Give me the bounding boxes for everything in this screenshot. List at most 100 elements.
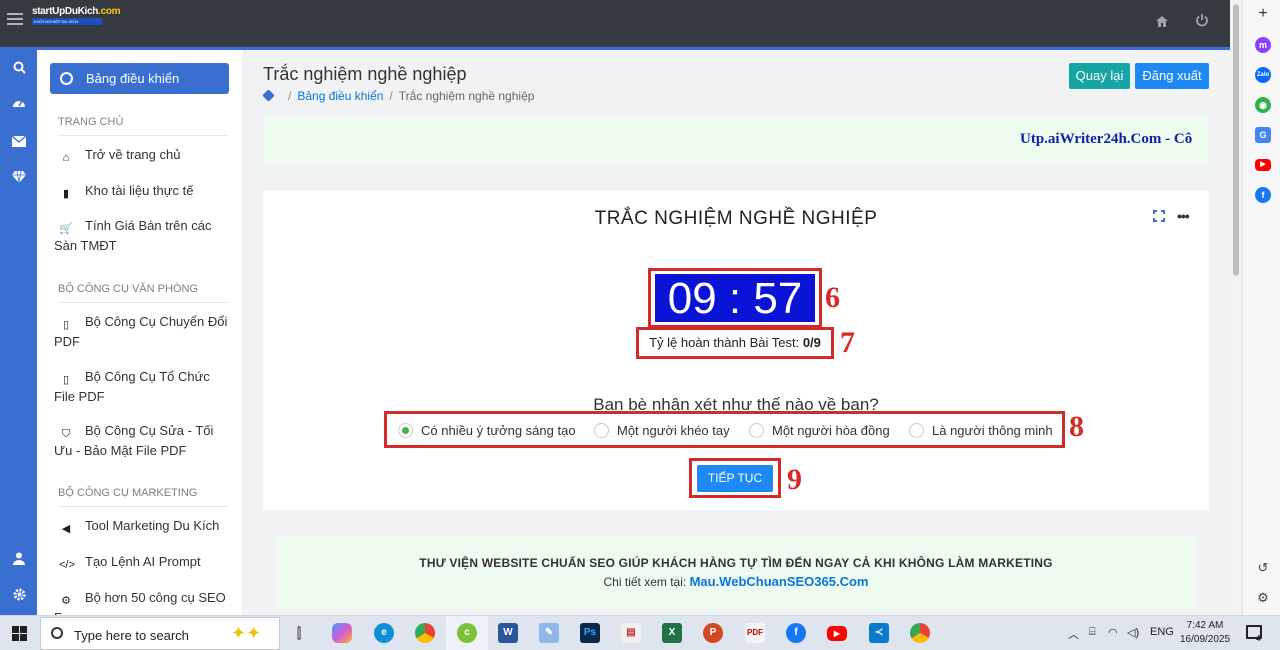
system-clock[interactable]: 7:42 AM 16/09/2025 [1180, 619, 1230, 647]
clock-date: 16/09/2025 [1180, 634, 1231, 645]
powerpoint-icon[interactable]: P [703, 623, 723, 643]
user-icon[interactable] [11, 552, 27, 568]
sidebar-item-ai-prompt[interactable]: </> Tạo Lệnh AI Prompt [54, 552, 230, 572]
wifi-icon[interactable]: ◠ [1108, 626, 1118, 639]
cube-icon [262, 89, 275, 102]
pdf-file-icon: ▯ [62, 319, 70, 331]
back-button[interactable]: Quay lại [1069, 63, 1130, 89]
sidebar-section-title: BỘ CÔNG CỤ VĂN PHÒNG [58, 283, 228, 303]
facebook-icon[interactable]: f [786, 623, 806, 643]
windows-taskbar: Type here to search ✦✦ ⫿ e c W ✎ Ps ▤ X … [0, 615, 1280, 650]
photoshop-icon[interactable]: Ps [580, 623, 600, 643]
sidebar-item-label: Bộ Công Cụ Tổ Chức File PDF [54, 369, 210, 404]
sidebar-item-seo-tools[interactable]: ⚙Bộ hơn 50 công cụ SEO F [54, 588, 230, 615]
search-icon[interactable] [11, 61, 27, 77]
chrome-icon[interactable] [415, 623, 435, 643]
browser-side-panel: + m Zalo ◉ G ▶ f ↺ ⚙ [1242, 0, 1280, 615]
expand-icon[interactable] [1153, 210, 1165, 222]
annotation-number: 7 [840, 326, 855, 359]
answer-option[interactable]: Một người hòa đồng [749, 423, 890, 438]
copilot-icon[interactable] [332, 623, 352, 643]
task-view-icon[interactable]: ⫿ [289, 623, 309, 643]
vscode-icon[interactable]: ≺ [869, 623, 889, 643]
countdown-timer: 09 : 57 [655, 274, 815, 323]
sidebar-item-label: Tool Marketing Du Kích [85, 518, 220, 533]
sidebar-item-pdf-secure[interactable]: ⛉ Bộ Công Cụ Sửa - Tối Ưu - Bảo Mật File … [54, 421, 230, 461]
radio-button[interactable] [594, 423, 609, 438]
tray-chevron-icon[interactable]: ︿ [1068, 626, 1079, 642]
history-icon[interactable]: ↺ [1255, 560, 1271, 576]
sidebar-item-pdf-organize[interactable]: ▯ Bộ Công Cụ Tổ Chức File PDF [54, 367, 230, 407]
seo-detail-link[interactable]: Mau.WebChuanSEO365.Com [690, 574, 869, 589]
home-icon: ⌂ [62, 152, 70, 164]
game-icon[interactable]: ◉ [1255, 97, 1271, 113]
file-icon[interactable]: ▤ [621, 623, 641, 643]
power-icon[interactable] [1195, 13, 1211, 29]
icon-rail [0, 47, 37, 615]
radio-button[interactable] [749, 423, 764, 438]
taskbar-search[interactable]: Type here to search ✦✦ [40, 617, 280, 650]
answer-option[interactable]: Là người thông minh [909, 423, 1053, 438]
quiz-title: TRẮC NGHIỆM NGHỀ NGHIỆP [594, 208, 878, 229]
chrome-profile-icon[interactable] [910, 623, 930, 643]
youtube-icon[interactable]: ▶ [1255, 159, 1271, 171]
completion-rate: Tỷ lệ hoàn thành Bài Test: 0/9 [636, 335, 834, 350]
notification-count: 4 [1256, 634, 1261, 643]
continue-button[interactable]: TIẾP TỤC [697, 465, 773, 492]
top-header: startUpDuKich.com KHỞI NGHIỆP DU KÍCH [0, 0, 1230, 47]
sidebar-item-pdf-convert[interactable]: ▯ Bộ Công Cụ Chuyển Đổi PDF [54, 312, 230, 352]
clock-time: 7:42 AM [1186, 620, 1224, 631]
word-icon[interactable]: W [498, 623, 518, 643]
site-logo[interactable]: startUpDuKich.com KHỞI NGHIỆP DU KÍCH [32, 6, 121, 38]
facebook-icon[interactable]: f [1255, 187, 1271, 203]
language-indicator[interactable]: ENG [1150, 626, 1174, 638]
plus-icon[interactable]: + [1255, 6, 1271, 22]
breadcrumb-home-link[interactable]: Bảng điều khiển [297, 89, 383, 103]
sidebar-item-dashboard[interactable]: Bảng điều khiển [50, 63, 229, 94]
youtube-icon[interactable]: ▶ [827, 626, 847, 641]
logo-suffix: .com [98, 6, 121, 17]
scrollbar-thumb[interactable] [1233, 4, 1239, 276]
sidebar-item-marketing-tool[interactable]: ◀ Tool Marketing Du Kích [54, 516, 230, 536]
completion-rate-label: Tỷ lệ hoàn thành Bài Test: [649, 335, 800, 350]
volume-icon[interactable]: ◁) [1127, 626, 1139, 639]
home-icon[interactable] [1155, 15, 1171, 31]
zalo-icon[interactable]: Zalo [1255, 67, 1271, 83]
breadcrumb-current: Trắc nghiệm nghề nghiệp [398, 89, 535, 103]
pdf-file-icon: ▯ [62, 374, 70, 386]
diamond-icon[interactable] [11, 170, 27, 187]
paint-icon[interactable]: ✎ [539, 623, 559, 643]
logout-button[interactable]: Đăng xuất [1135, 63, 1209, 89]
sidebar-item-label: Tạo Lệnh AI Prompt [85, 554, 201, 569]
menu-icon[interactable] [7, 13, 23, 27]
settings-icon[interactable] [11, 588, 27, 604]
dashboard-icon[interactable] [11, 97, 27, 113]
more-options-icon[interactable]: ••• [1177, 209, 1191, 223]
logo-tagline: KHỞI NGHIỆP DU KÍCH [32, 18, 102, 25]
seo-banner: THƯ VIỆN WEBSITE CHUẨN SEO GIÚP KHÁCH HÀ… [276, 536, 1196, 609]
dashboard-icon [60, 72, 73, 85]
sidebar-item-documents[interactable]: ▮ Kho tài liệu thực tế [54, 181, 230, 201]
radio-button[interactable] [909, 423, 924, 438]
page-scrollbar[interactable] [1230, 0, 1242, 615]
settings-icon[interactable]: ⚙ [1255, 590, 1271, 606]
windows-start-icon[interactable] [12, 626, 27, 641]
answer-option[interactable]: Có nhiều ý tưởng sáng tạo [398, 423, 576, 438]
marquee-banner[interactable]: Utp.aiWriter24h.Com - Cô [263, 117, 1209, 163]
gear-icon: ⚙ [61, 595, 71, 607]
mail-icon[interactable] [11, 135, 27, 151]
sidebar-item-label: Bảng điều khiển [86, 71, 180, 86]
document-icon: ▮ [62, 188, 70, 200]
pdf-icon[interactable]: PDF [745, 623, 765, 643]
coccoc-icon[interactable]: c [457, 623, 477, 643]
answer-option[interactable]: Một người khéo tay [594, 423, 730, 438]
network-icon[interactable]: ⌸ [1089, 626, 1096, 639]
edge-icon[interactable]: e [374, 623, 394, 643]
sidebar-item-home[interactable]: ⌂ Trở về trang chủ [54, 145, 230, 165]
seo-headline: THƯ VIỆN WEBSITE CHUẨN SEO GIÚP KHÁCH HÀ… [419, 556, 1053, 570]
translate-icon[interactable]: G [1255, 127, 1271, 143]
messenger-icon[interactable]: m [1255, 37, 1271, 53]
excel-icon[interactable]: X [662, 623, 682, 643]
radio-button-selected[interactable] [398, 423, 413, 438]
breadcrumb: / Bảng điều khiển / Trắc nghiệm nghề nghiệp [262, 89, 535, 103]
